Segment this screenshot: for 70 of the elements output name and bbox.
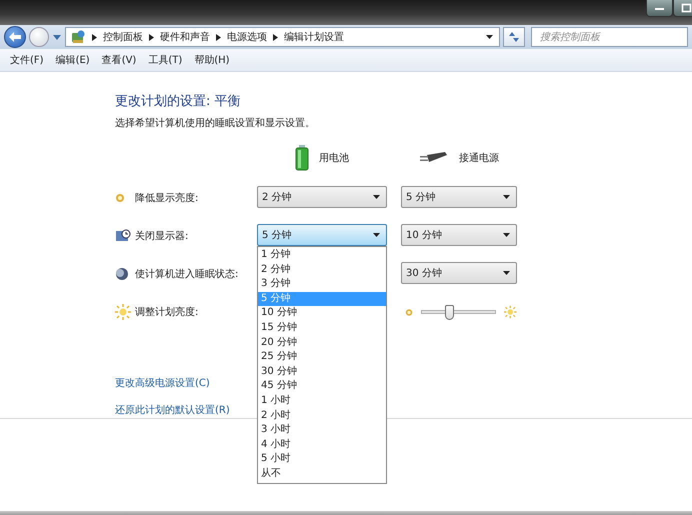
- menu-item[interactable]: 编辑(E): [56, 53, 90, 67]
- address-field[interactable]: 控制面板 硬件和声音 电源选项 编辑计划设置: [65, 27, 500, 47]
- sun-icon: [504, 305, 517, 319]
- dropdown-option[interactable]: 25 分钟: [258, 350, 386, 365]
- time-dropdown[interactable]: 2 分钟: [257, 186, 387, 208]
- chevron-icon[interactable]: [92, 34, 97, 40]
- refresh-icon: [507, 31, 521, 43]
- dropdown-arrow-icon: [373, 233, 380, 237]
- setting-label: 调整计划亮度:: [135, 306, 200, 320]
- dropdown-option[interactable]: 1 分钟: [258, 248, 386, 263]
- dim-sun-icon: [405, 308, 414, 316]
- battery-icon: [295, 145, 309, 171]
- control-panel-icon: [70, 29, 86, 45]
- dropdown-option[interactable]: 2 小时: [258, 408, 386, 424]
- dropdown-arrow-icon[interactable]: [486, 35, 493, 39]
- column-label: 接通电源: [459, 152, 499, 165]
- dropdown-arrow-icon: [503, 233, 510, 237]
- chevron-icon[interactable]: [149, 34, 154, 40]
- power-plug-icon: [419, 151, 449, 165]
- dropdown-option[interactable]: 1 小时: [258, 394, 386, 409]
- chevron-icon[interactable]: [273, 34, 278, 40]
- setting-label: 关闭显示器:: [135, 230, 190, 244]
- dropdown-option[interactable]: 3 分钟: [258, 277, 386, 292]
- maximize-button[interactable]: [673, 0, 692, 17]
- dropdown-option[interactable]: 15 分钟: [258, 320, 386, 336]
- column-label: 用电池: [319, 152, 349, 165]
- minimize-button[interactable]: [646, 0, 673, 17]
- dropdown-arrow-icon: [503, 271, 510, 275]
- dropdown-option[interactable]: 2 分钟: [258, 262, 386, 278]
- breadcrumb[interactable]: 硬件和声音: [160, 30, 210, 44]
- refresh-button[interactable]: [503, 27, 525, 47]
- menu-item[interactable]: 文件(F): [10, 53, 44, 67]
- dropdown-arrow-icon: [373, 195, 380, 199]
- settings-link[interactable]: 还原此计划的默认设置(R): [115, 403, 230, 417]
- breadcrumb[interactable]: 电源选项: [227, 30, 267, 44]
- dropdown-option[interactable]: 5 小时: [258, 452, 386, 467]
- time-dropdown[interactable]: 30 分钟: [401, 262, 517, 284]
- brightness-slider[interactable]: [421, 304, 496, 320]
- dropdown-option[interactable]: 30 分钟: [258, 364, 386, 380]
- dropdown-option[interactable]: 10 分钟: [258, 306, 386, 321]
- setting-label: 使计算机进入睡眠状态:: [135, 268, 240, 282]
- time-dropdown[interactable]: 5 分钟: [401, 186, 517, 208]
- minimize-icon: [654, 5, 666, 11]
- dropdown-option[interactable]: 4 小时: [258, 438, 386, 452]
- page-subtitle: 选择希望计算机使用的睡眠设置和显示设置。: [115, 116, 316, 130]
- time-dropdown[interactable]: 10 分钟: [401, 224, 517, 246]
- menu-item[interactable]: 查看(V): [102, 53, 136, 67]
- menu-item[interactable]: 工具(T): [148, 53, 182, 67]
- dropdown-option[interactable]: 20 分钟: [258, 336, 386, 350]
- chevron-icon[interactable]: [216, 34, 221, 40]
- breadcrumb[interactable]: 控制面板: [103, 30, 143, 44]
- monitor-clock-icon: [115, 229, 131, 243]
- dropdown-option[interactable]: 45 分钟: [258, 379, 386, 394]
- page-heading: 更改计划的设置: 平衡: [115, 93, 242, 110]
- time-dropdown[interactable]: 5 分钟: [257, 224, 387, 246]
- search-field[interactable]: 搜索控制面板: [531, 27, 688, 47]
- setting-label: 降低显示亮度:: [135, 192, 200, 206]
- breadcrumb[interactable]: 编辑计划设置: [284, 30, 344, 44]
- back-button[interactable]: [4, 26, 26, 48]
- menu-item[interactable]: 帮助(H): [194, 53, 230, 67]
- dim-sun-icon: [115, 193, 125, 203]
- back-arrow-icon: [8, 31, 22, 43]
- dropdown-option[interactable]: 从不: [258, 466, 386, 482]
- settings-link[interactable]: 更改高级电源设置(C): [115, 376, 210, 390]
- moon-icon: [115, 267, 129, 281]
- dropdown-arrow-icon: [503, 195, 510, 199]
- dropdown-option[interactable]: 3 小时: [258, 423, 386, 438]
- slider-thumb[interactable]: [444, 304, 454, 320]
- sun-icon: [115, 304, 131, 320]
- maximize-icon: [680, 3, 692, 13]
